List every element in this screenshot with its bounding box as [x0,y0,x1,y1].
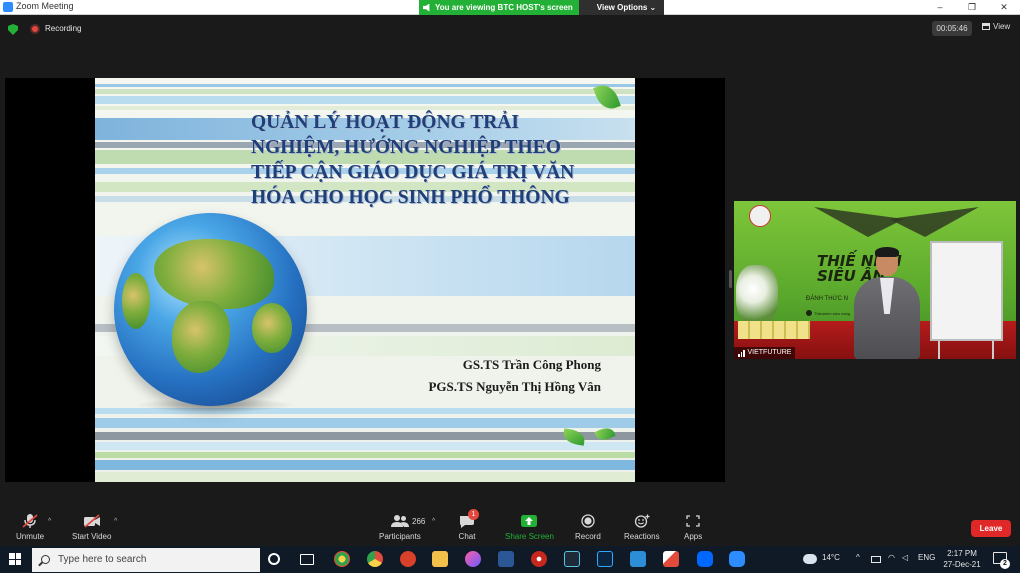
participants-label: Participants [379,532,421,541]
author-name: GS.TS Trần Công Phong [462,357,601,372]
search-placeholder: Type here to search [58,554,147,565]
close-button[interactable]: ✕ [988,0,1020,15]
viewing-text: You are viewing BTC HOST's screen [435,3,573,12]
battery-icon[interactable] [871,556,881,563]
task-view-icon[interactable] [300,554,314,565]
apps-button[interactable]: Apps [684,514,702,541]
chat-unread-badge: 1 [468,509,479,520]
participants-icon [390,515,409,527]
zalo-icon[interactable] [697,551,713,567]
slide-title-line: NGHIỆM, HƯỚNG NGHIỆP THEO [251,137,561,158]
slide-title-line: QUẢN LÝ HOẠT ĐỘNG TRẢI [251,112,519,133]
wifi-icon[interactable]: ◠ [888,553,895,562]
window-title: Zoom Meeting [16,1,74,11]
photoshop-icon[interactable] [597,551,613,567]
clock-time: 2:17 PM [947,549,977,558]
zoom-app-icon [3,2,13,12]
view-label: View [993,22,1011,31]
slide-authors: GS.TS Trần Công Phong PGS.TS Nguyễn Thị … [428,354,601,398]
slide-title: QUẢN LÝ HOẠT ĐỘNG TRẢI NGHIỆM, HƯỚNG NGH… [251,110,621,210]
signal-strength-icon [738,349,745,357]
recording-icon [30,24,40,34]
weather-temp[interactable]: 14°C [822,553,840,562]
participant-count: 266 [412,517,426,526]
view-options-button[interactable]: View Options ⌄ [578,0,665,15]
record-icon [581,514,595,528]
slide-title-line: HÓA CHO HỌC SINH PHỔ THÔNG [251,187,570,208]
organization-logo-icon [749,205,771,227]
start-video-button[interactable]: Start Video [72,514,111,541]
grid-view-icon [982,23,990,30]
taskbar-search-box[interactable]: Type here to search [32,548,260,572]
itunes-icon[interactable] [465,551,481,567]
cortana-icon[interactable] [268,553,280,565]
restore-button[interactable]: ❐ [956,0,988,15]
taskbar-clock[interactable]: 2:17 PM 27-Dec-21 [940,548,984,570]
view-button[interactable]: View [982,22,1010,31]
visual-app-icon[interactable] [564,551,580,567]
unmute-label: Unmute [16,532,45,541]
volume-icon[interactable]: ◁ [902,553,908,562]
search-icon [41,555,50,564]
window-controls: – ❐ ✕ [924,0,1020,15]
video-options-chevron-icon[interactable]: ^ [114,518,117,525]
presentation-slide: QUẢN LÝ HOẠT ĐỘNG TRẢI NGHIỆM, HƯỚNG NGH… [95,78,635,482]
slide-title-line: TIẾP CẬN GIÁO DỤC GIÁ TRỊ VĂN [251,162,575,183]
unmute-button[interactable]: Unmute [16,514,44,541]
share-screen-button[interactable]: Share Screen [505,514,554,541]
viewing-notice: You are viewing BTC HOST's screen [419,0,579,15]
minimize-button[interactable]: – [924,0,956,15]
split-resize-handle[interactable] [729,270,732,288]
viewing-banner: You are viewing BTC HOST's screen View O… [419,0,665,15]
globe-icon [114,213,307,406]
backdrop-facebook: Thieunien sieu nang [806,310,850,316]
chat-label: Chat [458,532,476,541]
meeting-timer: 00:05:46 [932,21,972,36]
audio-options-chevron-icon[interactable]: ^ [48,518,51,525]
muted-microphone-icon [22,514,38,528]
start-video-label: Start Video [72,532,112,541]
pen-tool-icon[interactable] [663,551,679,567]
book-display [738,321,810,339]
file-explorer-icon[interactable] [432,551,448,567]
record-label: Record [575,532,601,541]
word-icon[interactable] [498,551,514,567]
facebook-icon [806,310,812,316]
clock-date: 27-Dec-21 [943,560,981,569]
language-indicator[interactable]: ENG [918,553,935,562]
recording-label: Recording [45,24,82,33]
record-button[interactable]: Record [575,514,601,541]
zoom-taskbar-icon[interactable] [729,551,745,567]
mail-icon[interactable] [630,551,646,567]
reactions-smiley-icon [634,514,650,528]
apps-label: Apps [684,532,703,541]
apps-icon [686,515,700,527]
video-off-icon [83,514,100,528]
whiteboard [930,241,1003,341]
chrome-canary-icon[interactable] [334,551,350,567]
flower-plant [736,265,778,325]
tray-overflow-chevron-icon[interactable]: ^ [856,553,860,562]
participant-name: VIETFUTURE [747,349,792,356]
participant-name-bar: VIETFUTURE [734,347,796,359]
author-name: PGS.TS Nguyễn Thị Hồng Vân [428,379,601,394]
chat-button[interactable]: 1 Chat [458,509,479,541]
participants-chevron-icon[interactable]: ^ [432,518,435,525]
reactions-label: Reactions [624,532,660,541]
leave-button[interactable]: Leave [971,520,1011,537]
windows-start-icon[interactable] [9,553,21,565]
powerpoint-viewer-icon[interactable] [400,551,416,567]
notification-count-badge: 2 [1000,559,1010,569]
share-screen-icon [521,515,538,527]
media-app-icon[interactable] [531,551,547,567]
chrome-icon[interactable] [367,551,383,567]
weather-cloud-icon[interactable] [803,554,817,564]
encryption-shield-icon[interactable] [8,24,18,35]
reactions-button[interactable]: Reactions [624,514,660,541]
participant-video-tile[interactable]: THIẾ NIÊN SIÊU ÂN ĐÁNH THỨC N Thieunien … [734,201,1016,359]
backdrop-subtitle: ĐÁNH THỨC N [806,296,849,302]
share-screen-label: Share Screen [505,532,554,541]
zoom-meeting-window: Zoom Meeting – ❐ ✕ You are viewing BTC H… [0,0,1020,573]
speaker-icon [423,3,430,12]
